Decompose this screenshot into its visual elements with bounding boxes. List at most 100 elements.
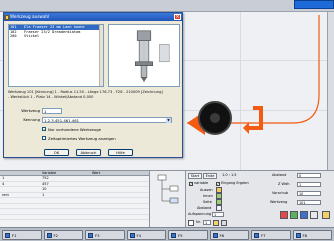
- werkzeug-row: Werkzeug 1: [14, 107, 62, 114]
- kennung-label: Kennung: [23, 117, 40, 122]
- vertical-scrollbar[interactable]: [327, 12, 334, 170]
- table-cell: [90, 204, 148, 209]
- nr-label: Nr.: [196, 220, 201, 224]
- fkey-label: F4: [136, 232, 142, 238]
- cutter-hub: [210, 113, 220, 123]
- column-header: [0, 171, 40, 175]
- aufspannung-label: Aufspannung: [188, 212, 212, 216]
- table-cell: [90, 182, 148, 187]
- werkzeug-field[interactable]: 1: [42, 107, 62, 114]
- ok-button[interactable]: OK: [44, 149, 69, 156]
- vorschub-label: Vorschub: [272, 191, 289, 195]
- table-cell: 4: [2, 181, 5, 186]
- table-cell: [0, 215, 40, 220]
- folder-icon[interactable]: [213, 220, 219, 226]
- title-bar-fragment: [294, 0, 334, 9]
- properties-panel: Start Ende 1.0 : 1.5 ✔ variable ✔ Eingan…: [186, 171, 334, 228]
- f8-icon: [295, 232, 301, 238]
- checkbox[interactable]: ✔: [42, 127, 46, 132]
- top-toolbar: [0, 0, 334, 12]
- fkey-label: F6: [219, 232, 225, 238]
- f1-icon: [5, 232, 10, 238]
- werkzeug-prop-field[interactable]: 101: [297, 200, 321, 205]
- list-scrollbar[interactable]: [99, 25, 103, 86]
- table-cell: [90, 187, 148, 192]
- function-key-bar: F1 F2 F3 F4 F5 F6 F7 F8: [0, 227, 334, 241]
- zwdh-field[interactable]: 1: [297, 182, 321, 187]
- tool-name: Stickel: [24, 34, 40, 38]
- close-icon[interactable]: ×: [174, 14, 181, 20]
- tool-info: Werkzeug 101 [Kennung] 1 - Radius 11.50 …: [8, 90, 182, 99]
- column-header: Variable: [42, 171, 57, 175]
- table-cell: [0, 204, 40, 209]
- f6-icon: [212, 232, 218, 238]
- ende-button[interactable]: Ende: [203, 173, 217, 179]
- checkbox-row[interactable]: ✔ Nur vorhandene Werkzeuge: [42, 126, 101, 132]
- table-cell: [90, 193, 148, 198]
- bottom-panel: Variable Wert 1 752 4 457 10 rect 1 Start E…: [0, 170, 334, 228]
- table-cell: [40, 215, 90, 220]
- tool-info-line: Werkzeug 101 [Kennung] 1 - Radius 11.50 …: [8, 90, 163, 94]
- variable-checkbox[interactable]: ✔: [189, 182, 193, 186]
- f4-button[interactable]: F4: [126, 230, 166, 240]
- help-button[interactable]: Hilfe: [108, 149, 133, 156]
- f6-button[interactable]: F6: [209, 230, 249, 240]
- cancel-button[interactable]: Abbruch: [76, 149, 101, 156]
- fkey-label: F7: [261, 232, 266, 238]
- dialog-title-bar[interactable]: Werkzeug auswahl ×: [4, 13, 182, 21]
- aufspannung-field[interactable]: 1: [212, 212, 224, 217]
- checkbox[interactable]: [42, 136, 46, 140]
- table-cell: [90, 198, 148, 203]
- eingang-checkbox[interactable]: ✔: [216, 182, 220, 186]
- play-icon[interactable]: [290, 211, 298, 219]
- tree-diagram: [157, 174, 179, 204]
- vorschub-field[interactable]: 10: [297, 191, 321, 196]
- table-cell: [0, 209, 40, 214]
- table-cell: [90, 176, 148, 181]
- checkbox-label: Zeitoptimiertes Werkzeug anzeigen: [48, 135, 116, 141]
- f3-button[interactable]: F3: [85, 230, 125, 240]
- approach-arrow-head: [243, 122, 249, 134]
- tool-selection-dialog: Werkzeug auswahl × 101 Ela Fraeser 23 mm …: [3, 12, 183, 158]
- tool-icon[interactable]: [221, 220, 227, 226]
- start-button[interactable]: Start: [188, 173, 202, 179]
- nr-field[interactable]: 1: [203, 220, 211, 225]
- kennung-dropdown[interactable]: 1.2.3.451.461.461 ▼: [42, 116, 172, 123]
- table-cell: [0, 198, 40, 203]
- f5-button[interactable]: F5: [168, 230, 208, 240]
- f2-button[interactable]: F2: [43, 230, 83, 240]
- checkbox-row[interactable]: Zeitoptimiertes Werkzeug anzeigen: [42, 135, 116, 141]
- stop-icon[interactable]: [280, 211, 288, 219]
- chevron-down-icon[interactable]: ▼: [166, 117, 171, 123]
- table-cell: [90, 215, 148, 220]
- fkey-label: F2: [53, 232, 59, 238]
- f3-icon: [88, 232, 93, 238]
- corner-icon[interactable]: [188, 220, 194, 226]
- table-cell: 752: [42, 176, 49, 180]
- f1-button[interactable]: F1: [2, 230, 42, 240]
- tool-info-line: - Werkstück 1 - Platz 14 - Winkel/Abstan…: [8, 94, 94, 99]
- tool-number: 200: [10, 34, 17, 38]
- zwdh-label: Z Wdh: [278, 182, 290, 186]
- aussen-label: Aussen: [200, 188, 213, 192]
- abstand-icon[interactable]: [216, 205, 222, 211]
- save-icon[interactable]: [310, 211, 318, 219]
- settings-icon[interactable]: [322, 211, 330, 219]
- info-icon[interactable]: [300, 211, 308, 219]
- f8-button[interactable]: F8: [292, 230, 332, 240]
- fkey-label: F8: [302, 232, 308, 238]
- table-row[interactable]: [0, 215, 149, 220]
- checkbox-label: Nur vorhandene Werkzeuge: [48, 126, 102, 132]
- tool-list[interactable]: 101 Ela Fraeser 23 mm Laen hoehe 102 Fraes…: [8, 24, 104, 87]
- fkey-label: F3: [95, 232, 100, 238]
- table-cell: rect: [2, 192, 9, 197]
- list-item[interactable]: 200 Stickel: [9, 34, 103, 39]
- tool-preview: [108, 24, 180, 87]
- structure-tree[interactable]: [150, 171, 186, 228]
- table-cell: 1: [42, 192, 45, 197]
- variable-table[interactable]: Variable Wert 1 752 4 457 10 rect 1: [0, 171, 150, 228]
- abstand-label: Abstand: [197, 206, 212, 210]
- abstand-field[interactable]: 0: [297, 173, 321, 178]
- f7-button[interactable]: F7: [251, 230, 291, 240]
- table-cell: [90, 209, 148, 214]
